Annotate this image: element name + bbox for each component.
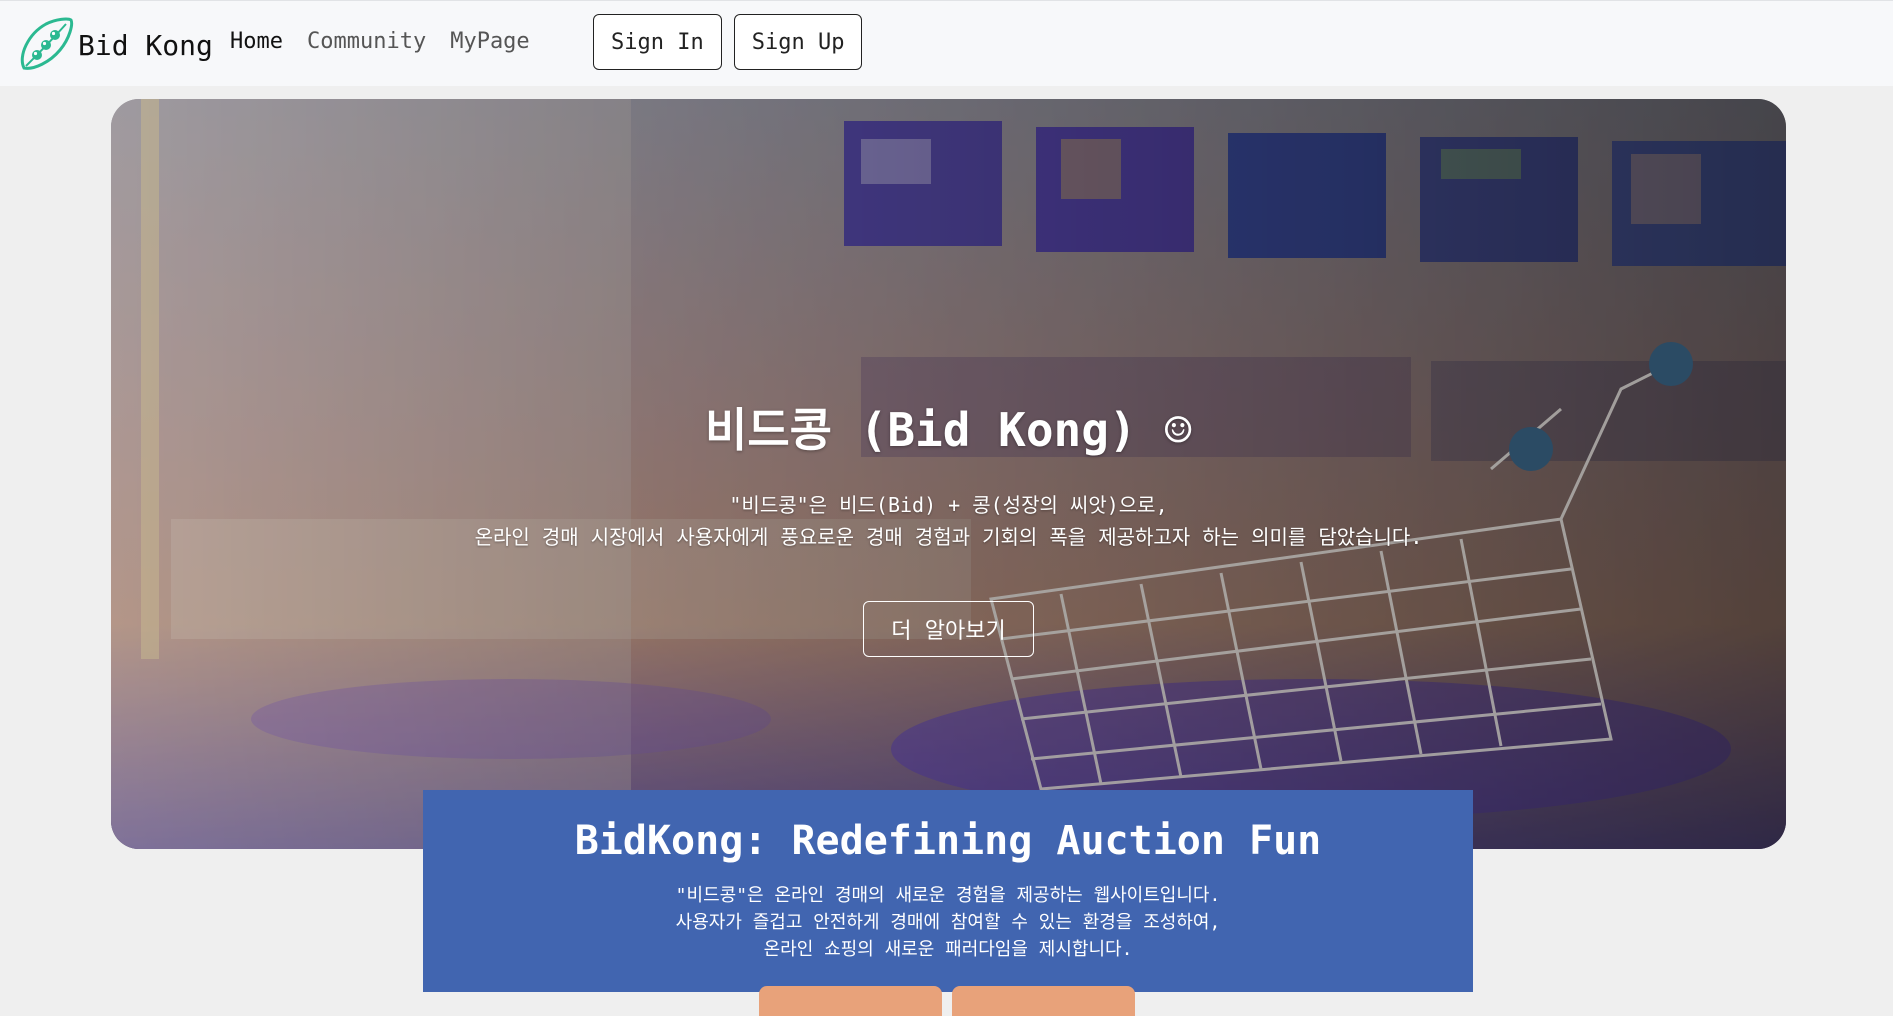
pea-pod-logo-icon <box>20 17 74 70</box>
sign-in-button[interactable]: Sign In <box>593 14 722 70</box>
intro-description-line-2: 사용자가 즐겁고 안전하게 경매에 참여할 수 있는 환경을 조성하여, <box>675 912 1221 933</box>
auth-buttons: Sign In Sign Up <box>593 14 863 70</box>
intro-title: BidKong: Redefining Auction Fun <box>574 818 1322 864</box>
top-navbar: Bid Kong Home Community MyPage Sign In S… <box>0 0 1893 86</box>
nav-links: Home Community MyPage <box>230 29 530 54</box>
brand-name: Bid Kong <box>78 28 213 62</box>
nav-link-community[interactable]: Community <box>307 29 426 54</box>
hero-overlay <box>111 99 1786 849</box>
hero-description-line-1: "비드콩"은 비드(Bid) + 콩(성장의 씨앗)으로, <box>729 493 1168 517</box>
learn-more-button[interactable]: 더 알아보기 <box>863 601 1034 657</box>
intro-buttons <box>759 986 1135 1016</box>
intro-button-1[interactable] <box>759 986 942 1016</box>
hero-banner: 비드콩 (Bid Kong) ☺ "비드콩"은 비드(Bid) + 콩(성장의 … <box>111 99 1786 849</box>
nav-link-home[interactable]: Home <box>230 29 283 54</box>
hero-description: "비드콩"은 비드(Bid) + 콩(성장의 씨앗)으로, 온라인 경매 시장에… <box>111 489 1786 553</box>
intro-description-line-1: "비드콩"은 온라인 경매의 새로운 경험을 제공하는 웹사이트입니다. <box>675 885 1221 906</box>
intro-description: "비드콩"은 온라인 경매의 새로운 경험을 제공하는 웹사이트입니다. 사용자… <box>423 882 1473 963</box>
intro-button-2[interactable] <box>952 986 1135 1016</box>
intro-card: BidKong: Redefining Auction Fun "비드콩"은 온… <box>423 790 1473 1016</box>
hero-description-line-2: 온라인 경매 시장에서 사용자에게 풍요로운 경매 경험과 기회의 폭을 제공하… <box>474 525 1423 549</box>
sign-up-button[interactable]: Sign Up <box>733 14 863 70</box>
brand-link[interactable]: Bid Kong <box>16 15 213 75</box>
nav-link-mypage[interactable]: MyPage <box>450 29 529 54</box>
intro-description-line-3: 온라인 쇼핑의 새로운 패러다임을 제시합니다. <box>763 939 1133 960</box>
hero-title: 비드콩 (Bid Kong) ☺ <box>705 403 1192 457</box>
